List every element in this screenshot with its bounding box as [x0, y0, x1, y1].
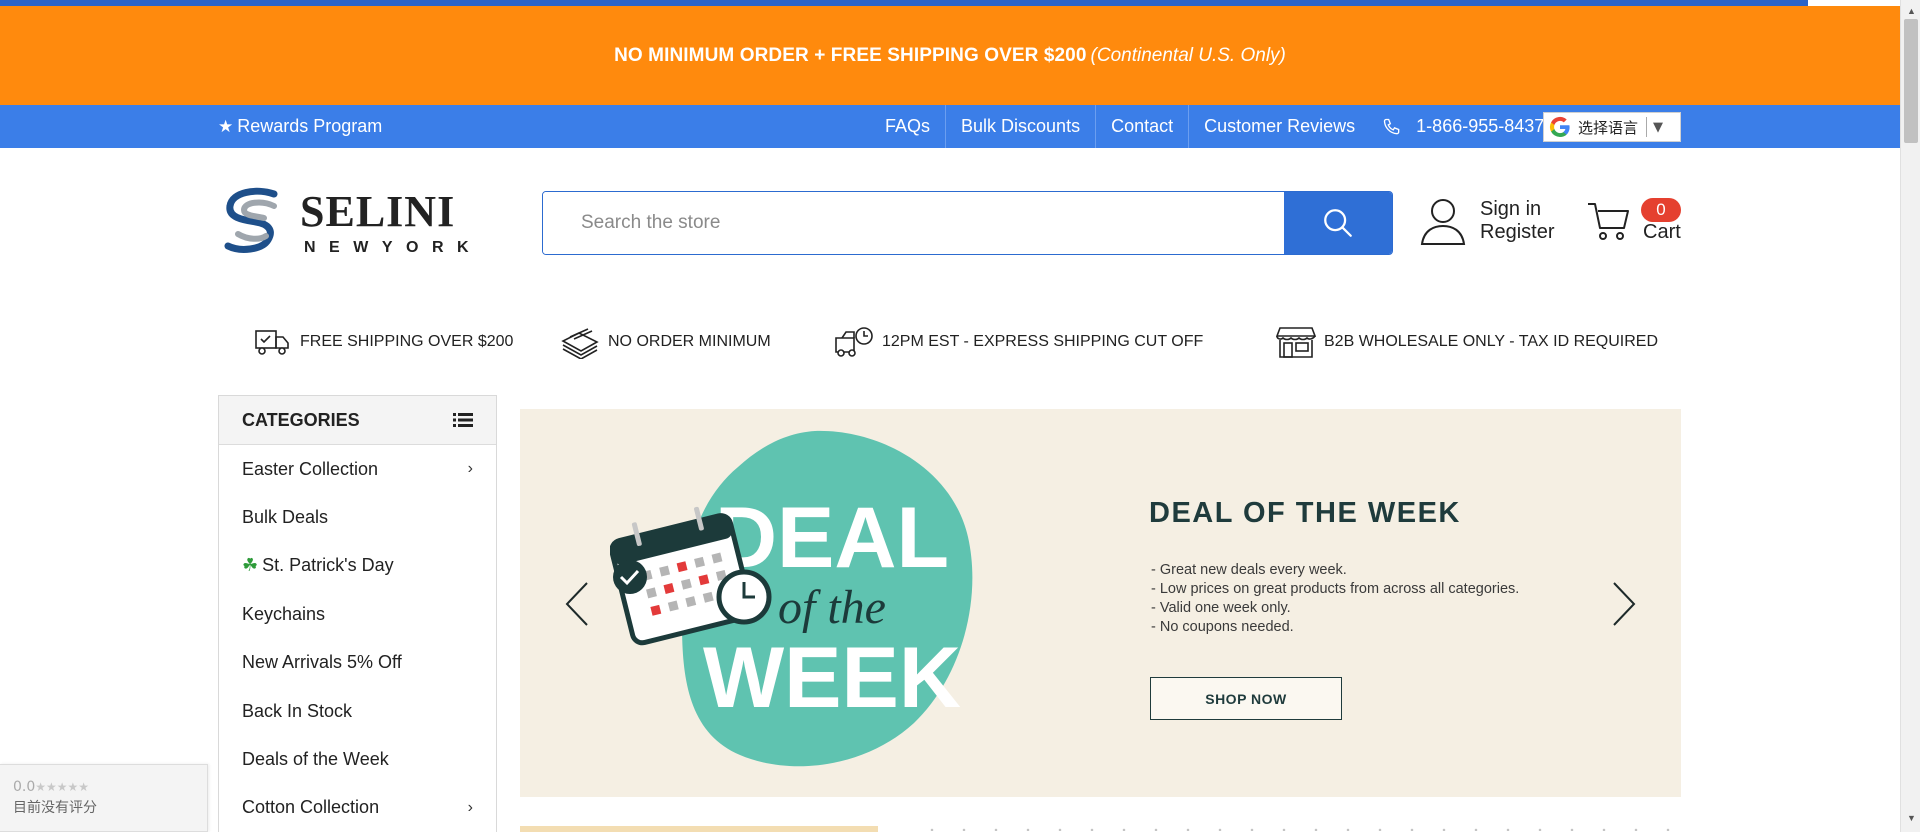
rating-stars-icon: ★★★★★	[35, 780, 90, 794]
utility-links: FAQs Bulk Discounts Contact Customer Rev…	[870, 105, 1544, 148]
dropdown-arrow-icon: ▼	[1653, 119, 1664, 135]
shop-now-button[interactable]: SHOP NOW	[1150, 677, 1342, 720]
category-back-in-stock[interactable]: Back In Stock	[219, 687, 496, 735]
categories-header[interactable]: CATEGORIES	[219, 396, 496, 445]
deal-of-the-week-badge: DEAL of the WEEK	[610, 430, 973, 767]
phone-icon	[1384, 118, 1400, 134]
rating-score: 0.0★★★★★	[13, 779, 207, 795]
truck-clock-icon	[835, 327, 873, 357]
truck-icon	[255, 330, 289, 355]
category-label: Bulk Deals	[242, 507, 329, 528]
hero-title: DEAL OF THE WEEK	[1149, 497, 1461, 529]
page-scrollbar[interactable]: ▲ ▼	[1900, 0, 1920, 832]
categories-title: CATEGORIES	[242, 409, 360, 430]
search-button[interactable]	[1284, 192, 1392, 254]
google-icon	[1549, 116, 1570, 138]
customer-reviews-link[interactable]: Customer Reviews	[1188, 105, 1370, 148]
star-icon: ★	[218, 116, 234, 136]
page: NO MINIMUM ORDER + FREE SHIPPING OVER $2…	[0, 0, 1920, 832]
category-easter-collection[interactable]: Easter Collection ›	[219, 445, 496, 493]
language-selector[interactable]: 选择语言 ▼	[1543, 112, 1681, 142]
category-label: St. Patrick's Day	[262, 555, 394, 576]
category-st-patricks-day[interactable]: ☘ St. Patrick's Day	[219, 542, 496, 590]
cart-label: Cart	[1643, 221, 1681, 243]
faqs-link[interactable]: FAQs	[870, 105, 945, 148]
check-icon	[613, 560, 647, 594]
category-label: Cotton Collection	[242, 797, 380, 818]
badge-line2: of the	[778, 581, 886, 634]
divider	[1646, 117, 1648, 137]
rewards-label: Rewards Program	[237, 116, 383, 136]
review-rating-widget[interactable]: 0.0★★★★★ 目前没有评分	[0, 764, 208, 832]
rating-text: 目前没有评分	[13, 800, 97, 816]
user-icon	[1420, 199, 1466, 245]
categories-panel: CATEGORIES Easter Collection › Bulk Deal…	[218, 395, 497, 832]
bulk-discounts-link[interactable]: Bulk Discounts	[945, 105, 1095, 148]
category-label: New Arrivals 5% Off	[242, 652, 402, 673]
phone-link[interactable]: 1-866-955-8437	[1370, 116, 1544, 137]
preview-dots	[916, 828, 1681, 831]
category-cotton-collection[interactable]: Cotton Collection ›	[219, 784, 496, 832]
hero-carousel: DEAL of the WEEK DEAL OF THE WEEK - Grea…	[520, 409, 1681, 797]
chevron-right-icon[interactable]: ›	[468, 460, 473, 478]
clock-icon	[716, 569, 772, 625]
feature-free-shipping: FREE SHIPPING OVER $200	[252, 322, 513, 362]
language-label: 选择语言	[1578, 118, 1639, 137]
scrollbar-thumb[interactable]	[1904, 19, 1918, 143]
category-deals-of-the-week[interactable]: Deals of the Week	[219, 735, 496, 783]
logo-name: SELINI	[300, 187, 455, 236]
category-bulk-deals[interactable]: Bulk Deals	[219, 493, 496, 541]
phone-number: 1-866-955-8437	[1416, 116, 1545, 136]
utility-bar: ★ Rewards Program FAQs Bulk Discounts Co…	[0, 105, 1900, 148]
hero-point: - Valid one week only.	[1151, 600, 1291, 616]
storefront-icon	[1276, 327, 1316, 358]
search-icon	[1324, 209, 1352, 237]
category-label: Easter Collection	[242, 458, 379, 479]
feature-text: NO ORDER MINIMUM	[608, 333, 771, 350]
feature-no-minimum: NO ORDER MINIMUM	[560, 322, 771, 362]
carousel-next-arrow[interactable]	[1610, 581, 1638, 627]
cart-icon	[1588, 203, 1629, 240]
hero-point: - Low prices on great products from acro…	[1151, 581, 1520, 597]
hero-point: - Great new deals every week.	[1151, 562, 1347, 578]
feature-strip: FREE SHIPPING OVER $200 NO ORDER MINIMUM…	[250, 322, 1700, 362]
search-input[interactable]	[543, 192, 1284, 254]
category-label: Back In Stock	[242, 700, 353, 721]
cart-button[interactable]: 0 Cart	[1586, 196, 1686, 246]
feature-text: FREE SHIPPING OVER $200	[300, 333, 514, 350]
list-icon	[453, 413, 473, 427]
hero-points: - Great new deals every week. - Low pric…	[1151, 561, 1519, 637]
category-new-arrivals[interactable]: New Arrivals 5% Off	[219, 639, 496, 687]
sign-in-link[interactable]: Sign in	[1480, 198, 1554, 221]
carousel-prev-arrow[interactable]	[563, 581, 591, 627]
feature-text: B2B WHOLESALE ONLY - TAX ID REQUIRED	[1324, 333, 1659, 350]
promo-banner: NO MINIMUM ORDER + FREE SHIPPING OVER $2…	[0, 6, 1900, 105]
promo-italic-text: (Continental U.S. Only)	[1090, 44, 1286, 66]
badge-line3: WEEK	[703, 630, 961, 726]
category-label: Keychains	[242, 603, 326, 624]
rating-value: 0.0	[13, 779, 36, 795]
register-link[interactable]: Register	[1480, 221, 1554, 244]
search-bar	[542, 191, 1393, 255]
category-keychains[interactable]: Keychains	[219, 590, 496, 638]
chevron-right-icon[interactable]: ›	[468, 799, 473, 817]
cart-count-badge: 0	[1641, 198, 1681, 222]
promo-bold-text: NO MINIMUM ORDER + FREE SHIPPING OVER $2…	[614, 44, 1087, 66]
account-area[interactable]: Sign in Register	[1420, 196, 1554, 246]
scroll-up-arrow-icon[interactable]: ▲	[1907, 6, 1916, 16]
hero-point: - No coupons needed.	[1151, 619, 1294, 635]
cash-stack-icon	[561, 328, 599, 359]
preview-banner	[520, 826, 878, 832]
scroll-down-arrow-icon[interactable]: ▼	[1907, 813, 1916, 823]
feature-b2b-wholesale: B2B WHOLESALE ONLY - TAX ID REQUIRED	[1276, 322, 1658, 362]
rewards-program-link[interactable]: ★ Rewards Program	[218, 105, 382, 148]
logo-sub: NEWYORK	[304, 239, 482, 256]
selini-logo[interactable]: SELINI NEWYORK	[222, 186, 504, 258]
feature-text: 12PM EST - EXPRESS SHIPPING CUT OFF	[882, 333, 1204, 350]
category-label: Deals of the Week	[242, 749, 389, 770]
next-section-preview	[520, 826, 1681, 832]
shamrock-icon: ☘	[242, 555, 259, 576]
contact-link[interactable]: Contact	[1095, 105, 1188, 148]
feature-express-cutoff: 12PM EST - EXPRESS SHIPPING CUT OFF	[834, 322, 1203, 362]
